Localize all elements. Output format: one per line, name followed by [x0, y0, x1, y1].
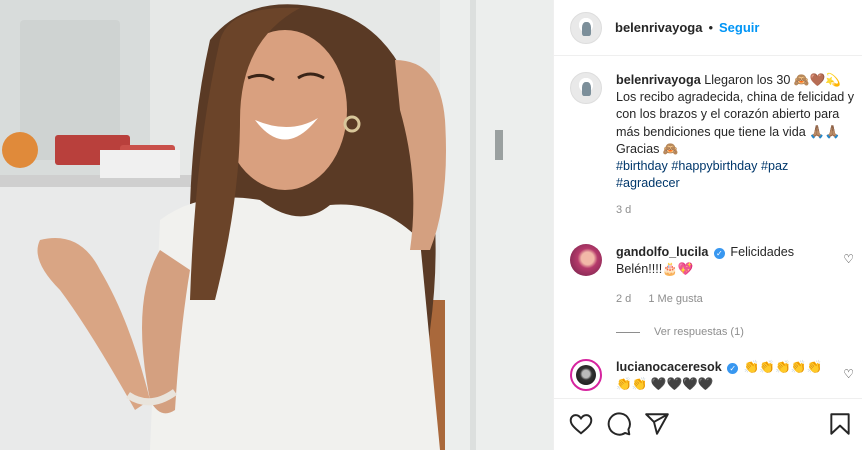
post-caption: belenrivayoga Llegaron los 30 🙈🤎💫 Los re…	[570, 72, 860, 220]
post-image	[0, 0, 553, 450]
replies-line	[616, 331, 640, 333]
commenter-username[interactable]: gandolfo_lucila	[616, 245, 708, 259]
comment-item: lucianocaceresok ✓ 👏👏👏👏👏👏👏 🖤🖤🖤🖤 ♡	[570, 359, 860, 393]
view-replies[interactable]: Ver respuestas (1)	[616, 326, 744, 338]
share-icon	[645, 413, 669, 435]
commenter-avatar[interactable]	[570, 359, 602, 391]
bookmark-icon	[830, 413, 850, 435]
like-button[interactable]	[568, 411, 594, 437]
author-avatar[interactable]	[570, 11, 602, 44]
heart-icon	[569, 414, 593, 435]
caption-username[interactable]: belenrivayoga	[616, 73, 701, 87]
commenter-avatar[interactable]	[570, 244, 602, 276]
comment-meta: 2 d 1 Me gusta	[616, 293, 717, 305]
caption-line-3: Gracias 🙈	[616, 141, 679, 156]
post-panel: belenrivayoga • Seguir belenrivayoga Lle…	[553, 0, 862, 450]
header-separator: •	[708, 20, 713, 35]
verified-badge-icon: ✓	[727, 363, 739, 374]
like-comment-heart-icon[interactable]: ♡	[843, 252, 854, 266]
post-header: belenrivayoga • Seguir	[554, 0, 862, 56]
like-comment-heart-icon[interactable]: ♡	[843, 367, 854, 381]
caption-text: belenrivayoga Llegaron los 30 🙈🤎💫 Los re…	[616, 72, 856, 220]
share-button[interactable]	[644, 411, 670, 437]
comment-text: lucianocaceresok ✓ 👏👏👏👏👏👏👏 🖤🖤🖤🖤	[616, 359, 826, 393]
comment-likes[interactable]: 1 Me gusta	[648, 293, 702, 305]
action-bar	[554, 398, 862, 450]
commenter-username[interactable]: lucianocaceresok	[616, 360, 722, 374]
comment-text: gandolfo_lucila ✓ Felicidades Belén!!!!🎂…	[616, 244, 826, 278]
comment-icon	[607, 412, 631, 436]
post-media[interactable]	[0, 0, 553, 450]
hashtag-link[interactable]: #birthday	[616, 159, 668, 173]
hashtag-link[interactable]: #agradecer	[616, 176, 680, 190]
save-button[interactable]	[827, 411, 853, 437]
author-username[interactable]: belenrivayoga	[615, 20, 702, 35]
hashtag-link[interactable]: #happybirthday	[671, 159, 757, 173]
caption-avatar[interactable]	[570, 72, 602, 104]
comment-item: gandolfo_lucila ✓ Felicidades Belén!!!!🎂…	[570, 244, 860, 278]
caption-line-1: Llegaron los 30 🙈🤎💫	[704, 73, 841, 87]
comment-time[interactable]: 2 d	[616, 293, 631, 305]
view-replies-label[interactable]: Ver respuestas (1)	[654, 326, 744, 338]
hashtag-link[interactable]: #paz	[761, 159, 788, 173]
comment-button[interactable]	[606, 411, 632, 437]
verified-badge-icon: ✓	[713, 248, 725, 259]
caption-time[interactable]: 3 d	[616, 202, 856, 219]
caption-line-2: Los recibo agradecida, china de felicida…	[616, 90, 855, 139]
follow-button[interactable]: Seguir	[719, 20, 759, 35]
